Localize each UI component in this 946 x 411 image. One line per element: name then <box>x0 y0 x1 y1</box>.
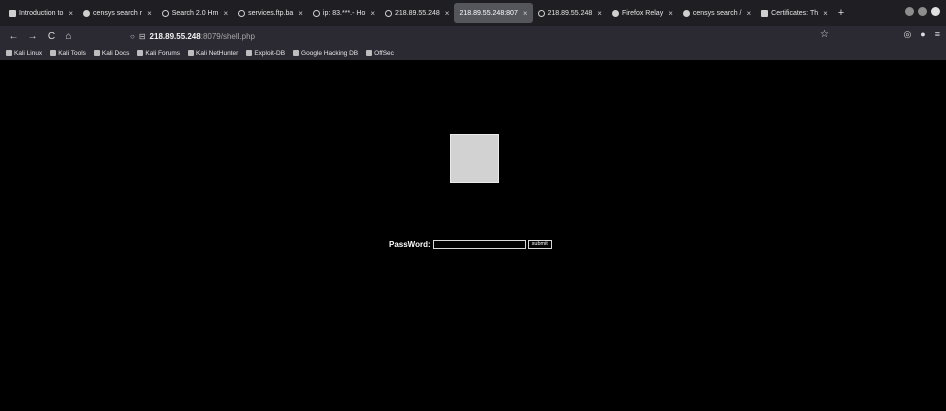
bookmark-kali-docs[interactable]: Kali Docs <box>93 50 129 57</box>
tab-label: 218.89.55.248 <box>547 9 593 17</box>
info-icon <box>385 9 393 17</box>
tab-label: 218.89.55.248:807 <box>459 9 518 17</box>
close-icon[interactable]: × <box>823 9 828 18</box>
tab-label: Search 2.0 Hm <box>171 9 219 17</box>
close-icon[interactable]: × <box>68 9 73 18</box>
tab-ip-search[interactable]: ip: 83.***.- Ho × <box>308 3 380 23</box>
url-host: 218.89.55.248 <box>149 31 201 41</box>
password-input[interactable] <box>432 240 526 249</box>
close-icon[interactable]: × <box>223 9 228 18</box>
tab-bar: Introduction to × censys search r × Sear… <box>0 0 946 26</box>
url-bar[interactable]: ○ ⊟ 218.89.55.248:8079/shell.php <box>130 32 255 41</box>
close-icon[interactable]: × <box>147 9 152 18</box>
ghdb-icon <box>293 50 300 56</box>
tab-label: 218.89.55.248 <box>395 9 440 17</box>
globe-icon <box>83 9 91 17</box>
password-label: PassWord: <box>389 240 431 249</box>
close-icon[interactable]: × <box>370 9 375 18</box>
lock-icon: ⊟ <box>138 31 146 41</box>
tab-ip-host-2[interactable]: 218.89.55.248 × <box>533 3 607 23</box>
tab-certificates[interactable]: Certificates: Th × <box>756 3 833 23</box>
back-button[interactable]: ← <box>6 31 21 42</box>
submit-button[interactable]: submit <box>527 240 552 249</box>
tab-label: censys search / <box>692 9 742 17</box>
home-button[interactable]: ⌂ <box>61 31 76 42</box>
close-icon[interactable]: × <box>445 9 450 18</box>
pocket-icon[interactable]: ◎ <box>903 29 911 40</box>
kali-icon <box>93 50 100 56</box>
tab-shell-active[interactable]: 218.89.55.248:807 × <box>454 3 533 23</box>
shield-icon: ○ <box>130 31 135 41</box>
kali-icon <box>137 50 144 56</box>
menu-icon[interactable]: ≡ <box>935 29 940 40</box>
kali-icon <box>6 50 12 56</box>
maximize-icon[interactable] <box>918 7 927 16</box>
tab-label: services.ftp.ba <box>248 9 294 17</box>
bookmark-kali-linux[interactable]: Kali Linux <box>6 50 42 57</box>
page-icon <box>761 9 769 17</box>
broken-image-placeholder <box>450 134 499 183</box>
bookmark-kali-tools[interactable]: Kali Tools <box>50 50 86 57</box>
tab-search-2[interactable]: Search 2.0 Hm × <box>157 3 233 23</box>
tab-firefox-relay[interactable]: Firefox Relay × <box>607 3 678 23</box>
navigation-bar: ← → C ⌂ ○ ⊟ 218.89.55.248:8079/shell.php… <box>0 26 946 46</box>
toolbar-right: ◎ ● ≡ <box>903 29 940 40</box>
bookmark-kali-forums[interactable]: Kali Forums <box>137 50 180 57</box>
close-icon[interactable]: × <box>597 9 602 18</box>
close-window-icon[interactable] <box>931 7 940 16</box>
new-tab-button[interactable]: + <box>838 7 844 19</box>
close-icon[interactable]: × <box>298 9 303 18</box>
info-icon <box>537 9 545 17</box>
exploit-icon <box>246 50 253 56</box>
close-icon[interactable]: × <box>747 9 752 18</box>
bookmarks-toolbar: Kali Linux Kali Tools Kali Docs Kali For… <box>0 46 946 60</box>
tab-censys-search-2[interactable]: censys search / × <box>678 3 756 23</box>
tab-introduction[interactable]: Introduction to × <box>4 3 78 23</box>
bookmark-offsec[interactable]: OffSec <box>366 50 394 57</box>
url-path: :8079/shell.php <box>200 31 255 41</box>
window-controls <box>905 7 940 16</box>
tab-ip-host-1[interactable]: 218.89.55.248 × <box>380 3 454 23</box>
bookmark-google-hacking-db[interactable]: Google Hacking DB <box>293 50 358 57</box>
relay-icon <box>611 9 619 17</box>
forward-button[interactable]: → <box>25 31 40 42</box>
tab-label: censys search r <box>93 9 143 17</box>
info-icon <box>238 9 246 17</box>
tab-censys-search[interactable]: censys search r × <box>78 3 157 23</box>
tab-label: Firefox Relay <box>621 9 664 17</box>
kali-icon <box>50 50 57 56</box>
tab-services-ftp[interactable]: services.ftp.ba × <box>233 3 308 23</box>
close-icon[interactable]: × <box>523 9 528 18</box>
bookmark-exploit-db[interactable]: Exploit-DB <box>246 50 285 57</box>
account-icon[interactable]: ● <box>920 29 925 40</box>
bookmark-kali-nethunter[interactable]: Kali NetHunter <box>188 50 238 57</box>
reload-button[interactable]: C <box>44 31 59 42</box>
tab-label: Certificates: Th <box>771 9 819 17</box>
offsec-icon <box>366 50 373 56</box>
info-icon <box>312 9 320 17</box>
page-icon <box>9 9 16 17</box>
info-icon <box>161 9 169 17</box>
kali-icon <box>188 50 195 56</box>
page-viewport: PassWord: submit <box>0 60 946 411</box>
password-form: PassWord: submit <box>389 240 552 249</box>
globe-icon <box>682 9 690 17</box>
tab-label: Introduction to <box>19 9 64 17</box>
close-icon[interactable]: × <box>668 9 673 18</box>
minimize-icon[interactable] <box>905 7 914 16</box>
tab-label: ip: 83.***.- Ho <box>322 9 366 17</box>
bookmark-star-icon[interactable]: ☆ <box>820 29 829 40</box>
